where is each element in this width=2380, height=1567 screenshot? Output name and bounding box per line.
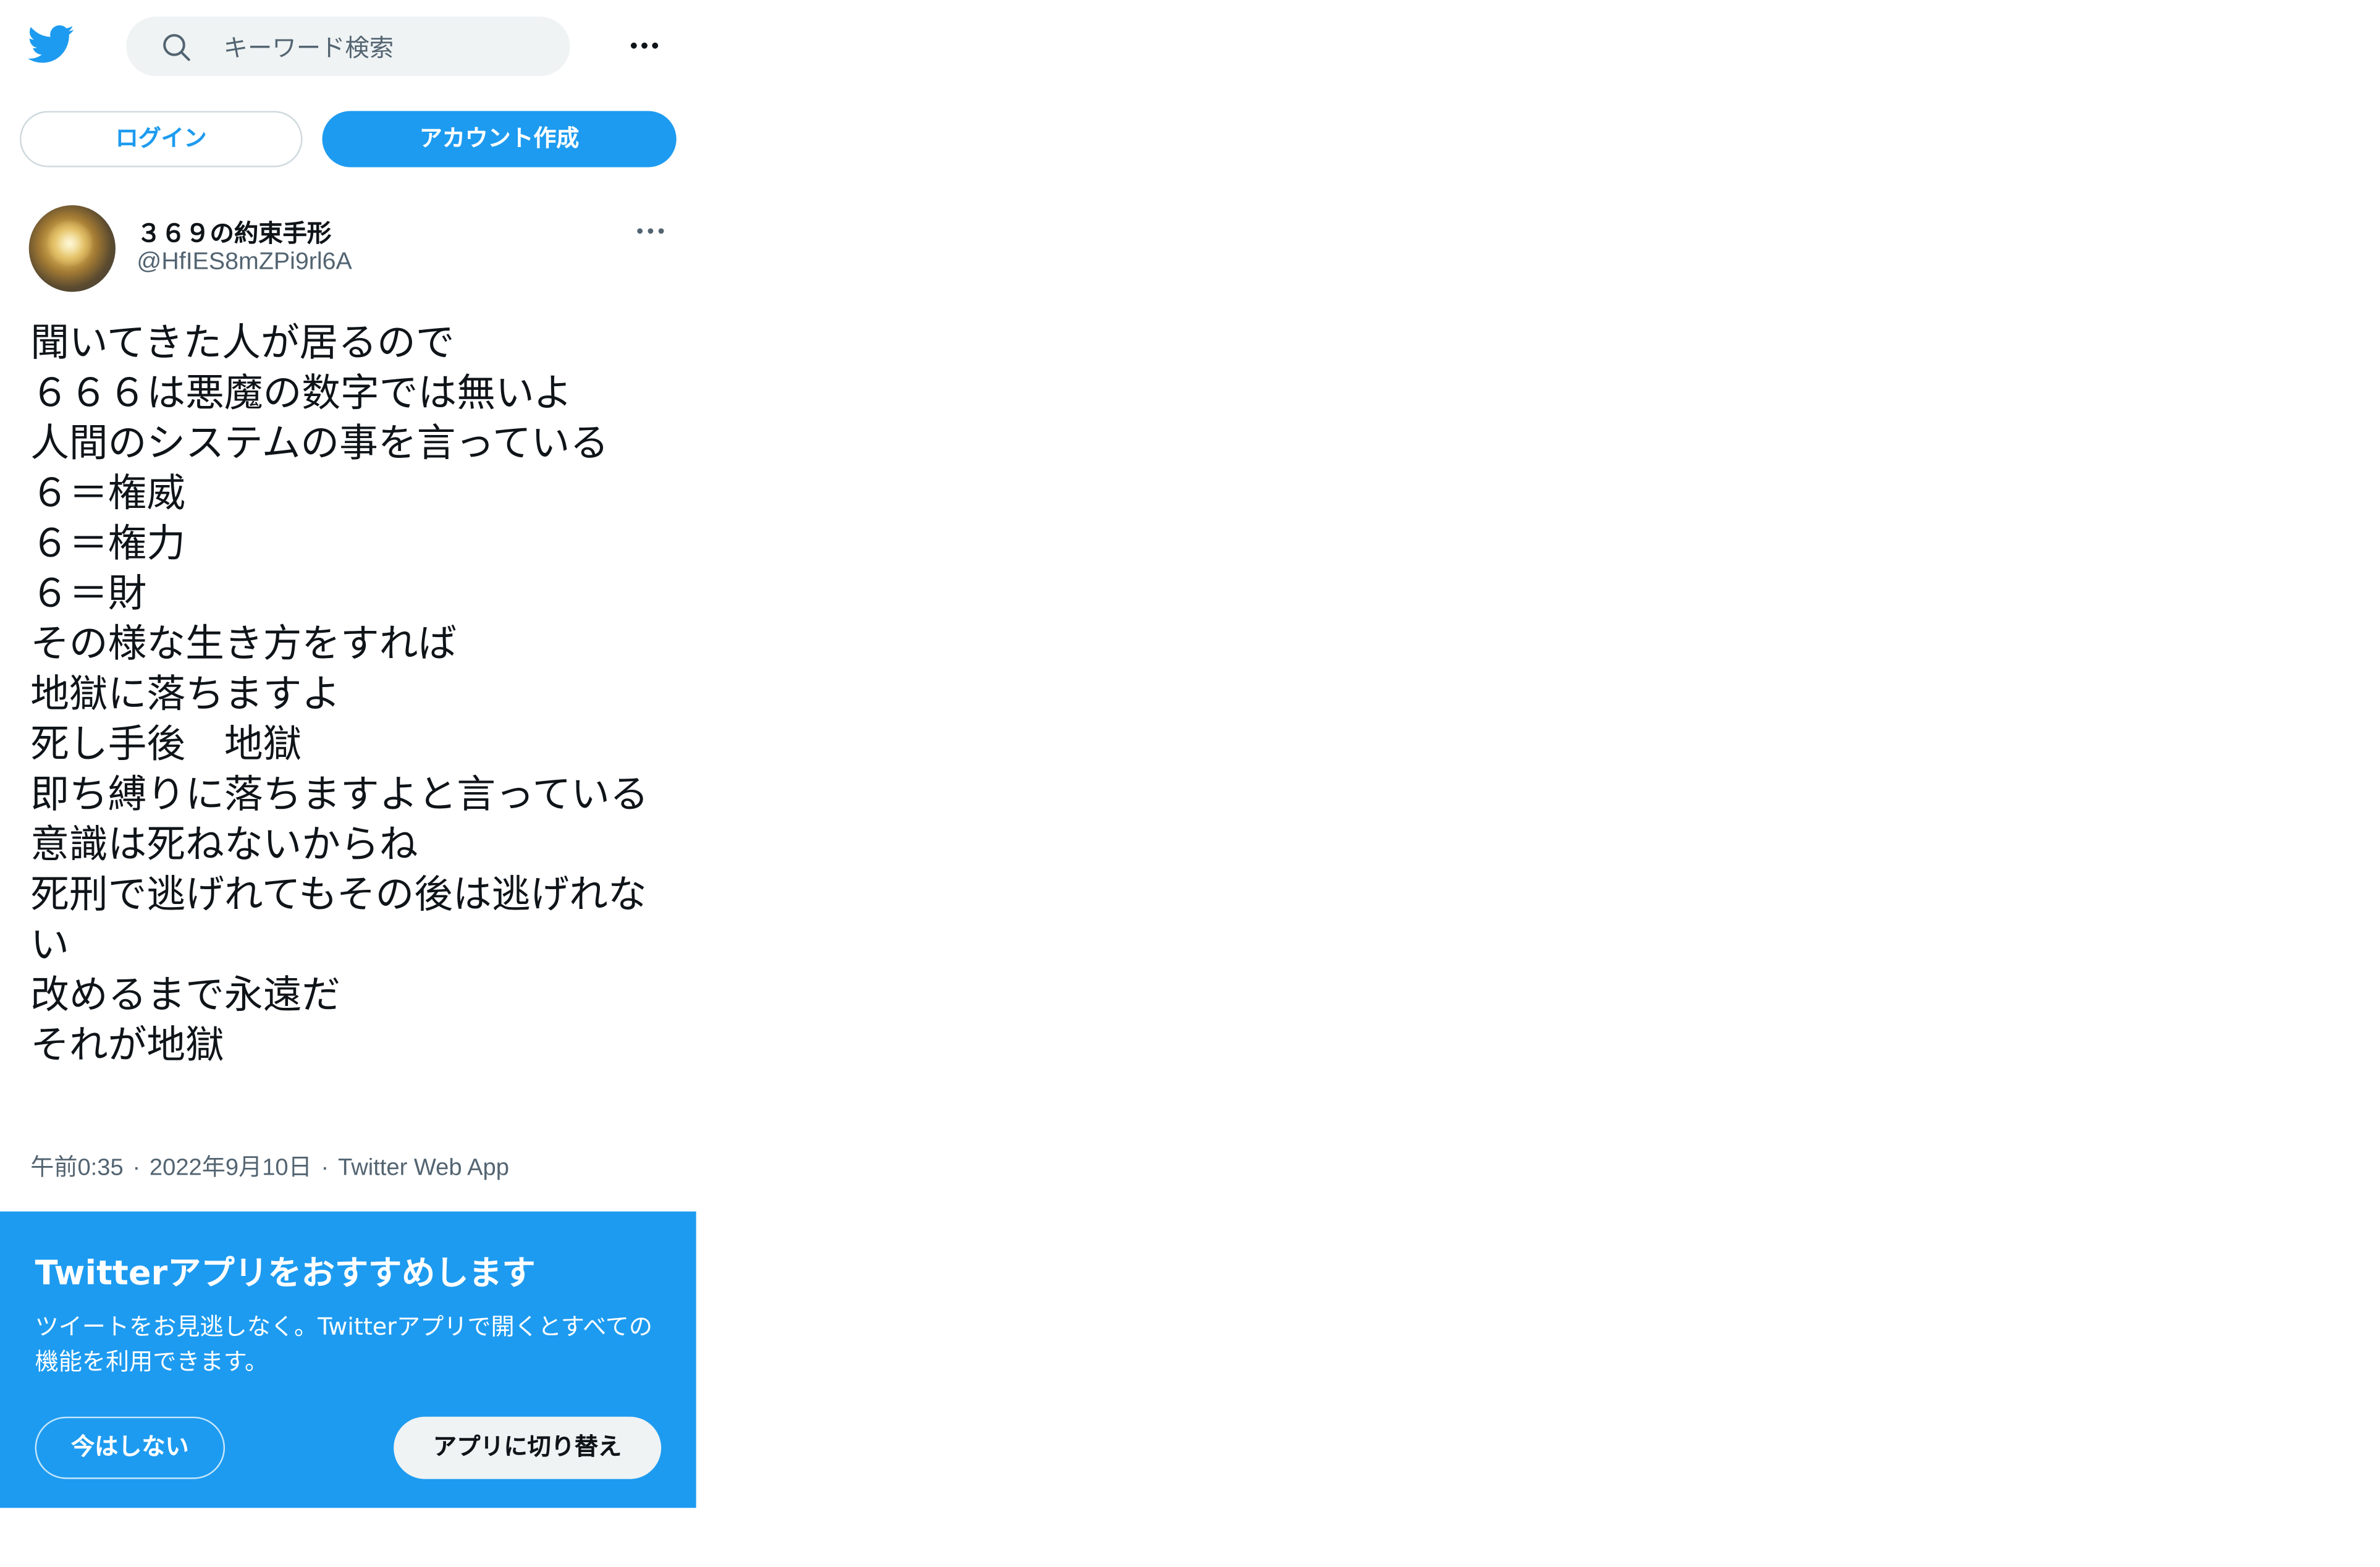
tweet-source[interactable]: Twitter Web App [338,1155,509,1183]
search-bar[interactable] [126,17,570,77]
meta-separator: · [132,1155,141,1181]
promo-description: ツイートをお見逃しなく。Twitterアプリで開くとすべての機能を利用できます。 [35,1313,653,1376]
tweet-column: ログイン アカウント作成 ３６９の約束手形 @HfIES8mZPi9rl6A 聞… [0,0,696,1567]
tweet-text: 聞いてきた人が居るので ６６６は悪魔の数字では無いよ 人間のシステムの事を言って… [30,321,649,1069]
tweet-more-icon[interactable] [632,213,669,249]
top-bar [0,0,696,91]
search-input[interactable] [223,28,543,65]
login-button[interactable]: ログイン [19,111,303,167]
app-promo-banner: Twitterアプリをおすすめします ツイートをお見逃しなく。Twitterアプ… [0,1211,696,1508]
tweet-date[interactable]: 2022年9月10日 [150,1149,312,1183]
not-now-button[interactable]: 今はしない [35,1416,226,1479]
author-handle[interactable]: @HfIES8mZPi9rl6A [137,249,352,276]
meta-separator: · [321,1155,329,1181]
avatar-image [47,220,93,266]
tweet-meta: 午前0:35 · 2022年9月10日 · Twitter Web App [30,1149,509,1183]
twitter-bird-icon[interactable] [26,20,75,69]
auth-buttons: ログイン アカウント作成 [0,111,696,167]
switch-to-app-button[interactable]: アプリに切り替え [394,1416,662,1479]
search-icon [163,34,190,61]
more-horizontal-icon[interactable] [627,27,663,64]
avatar[interactable] [28,205,116,292]
author-name[interactable]: ３６９の約束手形 [137,213,331,249]
signup-button[interactable]: アカウント作成 [322,111,677,167]
tweet-time[interactable]: 午前0:35 [30,1149,123,1183]
promo-title: Twitterアプリをおすすめします [35,1255,536,1294]
page: ログイン アカウント作成 ３６９の約束手形 @HfIES8mZPi9rl6A 聞… [0,0,2380,1567]
